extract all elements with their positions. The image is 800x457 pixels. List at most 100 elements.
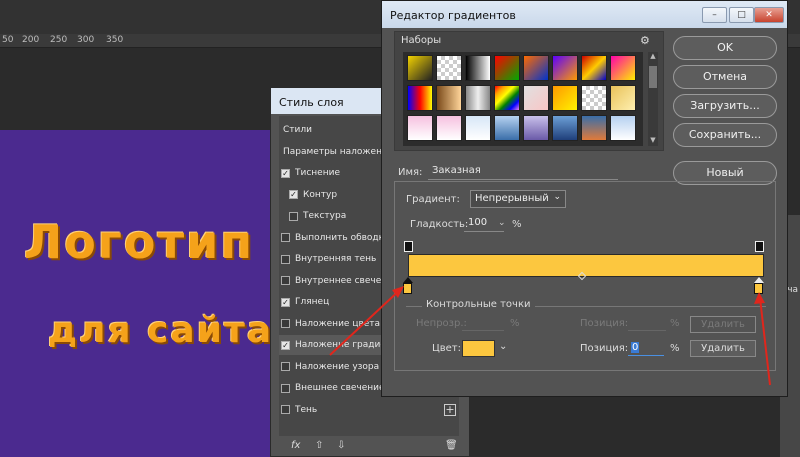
smoothness-percent: % [512,219,522,230]
gradient-preset-swatch[interactable] [552,115,578,141]
color-location-label: Позиция: [580,343,629,354]
gradient-editor-titlebar: Редактор градиентов – □ ✕ [382,1,787,28]
checkbox[interactable] [281,405,290,414]
color-location-value: 0 [631,342,640,353]
checkbox[interactable] [281,254,290,264]
gradient-type-value: Непрерывный [475,193,549,204]
opacity-location-input[interactable] [628,316,666,331]
opacity-delete-button[interactable]: Удалить [690,316,756,333]
gradient-preset-swatch[interactable] [465,115,491,141]
chevron-down-icon[interactable]: ⌄ [498,218,506,228]
checkbox[interactable]: ✓ [289,190,298,199]
gradient-preset-swatch[interactable] [407,85,433,111]
layer-style-item-label: Параметры наложения [283,146,394,157]
gradient-preset-swatch[interactable] [465,55,491,81]
move-down-icon[interactable]: ⇩ [337,440,345,451]
gradient-preset-swatch[interactable] [610,55,636,81]
name-label: Имя: [398,167,423,178]
layer-style-item-label: Тень [295,404,318,415]
trash-icon[interactable]: 🗑 [445,440,458,451]
opacity-label: Непрозр.: [416,318,467,329]
color-stop-right[interactable] [754,283,763,294]
gradient-preset-swatch[interactable] [581,115,607,141]
opacity-stop-left[interactable] [404,241,413,252]
gradient-preset-swatch[interactable] [465,85,491,111]
gradient-editor-dialog: Редактор градиентов – □ ✕ Наборы ⚙ ▲ ▼ O… [381,0,788,397]
move-up-icon[interactable]: ⇧ [315,440,323,451]
layer-style-item-label: Наложение цвета [295,318,381,329]
document-canvas: Логотип для сайта [0,130,300,457]
gradient-preset-swatch[interactable] [407,55,433,81]
gradient-preset-swatch[interactable] [436,115,462,141]
gear-icon[interactable]: ⚙ [640,34,650,47]
fx-icon[interactable]: fx [291,440,300,451]
opacity-input[interactable] [462,316,504,331]
gradient-preset-swatch[interactable] [494,115,520,141]
layer-style-bottom-bar: fx ⇧ ⇩ 🗑 [279,440,459,456]
gradient-preset-swatch[interactable] [436,55,462,81]
name-field[interactable]: Заказная [428,163,618,180]
checkbox[interactable] [281,319,290,328]
chevron-down-icon[interactable]: ⌄ [499,341,507,352]
ruler-tick: 200 [22,35,40,45]
checkbox[interactable]: ✓ [281,297,290,307]
checkbox[interactable] [281,233,290,242]
scroll-thumb[interactable] [649,66,657,88]
ok-button[interactable]: OK [673,36,777,60]
scroll-down-icon[interactable]: ▼ [648,136,658,146]
color-location-input[interactable]: 0 [628,341,664,356]
color-delete-button[interactable]: Удалить [690,340,756,357]
load-button[interactable]: Загрузить... [673,94,777,118]
maximize-button[interactable]: □ [729,7,754,23]
add-effect-icon[interactable]: + [444,404,456,416]
color-stop-left[interactable] [403,283,412,294]
ruler-tick: 250 [50,35,68,45]
gradient-preset-swatch[interactable] [610,85,636,111]
smoothness-label: Гладкость: [410,219,469,230]
logo-line-1: Логотип [24,215,255,269]
gradient-preset-swatch[interactable] [523,85,549,111]
gradient-preset-swatch[interactable] [552,55,578,81]
gradient-preview-bar[interactable] [408,254,764,277]
cancel-button[interactable]: Отмена [673,65,777,89]
presets-label: Наборы [401,35,442,46]
preset-swatch-grid [403,52,643,146]
gradient-preset-swatch[interactable] [494,55,520,81]
gradient-preset-swatch[interactable] [581,55,607,81]
layer-style-item-label: Контур [303,189,338,200]
layer-style-item[interactable]: Тень [279,400,459,420]
presets-scrollbar[interactable]: ▲ ▼ [648,52,658,146]
minimize-button[interactable]: – [702,7,727,23]
gradient-preset-swatch[interactable] [407,115,433,141]
color-stop-swatch[interactable] [462,340,495,357]
checkbox[interactable] [281,362,290,371]
checkbox[interactable] [281,276,290,285]
opacity-location-label: Позиция: [580,318,629,329]
gradient-preset-swatch[interactable] [552,85,578,111]
opacity-location-percent: % [670,318,680,329]
gradient-preset-swatch[interactable] [610,115,636,141]
layer-style-item-label: Текстура [303,211,347,221]
gradient-preset-swatch[interactable] [436,85,462,111]
save-button[interactable]: Сохранить... [673,123,777,147]
checkbox[interactable]: ✓ [281,168,290,178]
gradient-type-select[interactable]: Непрерывный ⌄ [470,190,566,208]
gradient-preset-swatch[interactable] [523,115,549,141]
close-button[interactable]: ✕ [754,7,784,23]
gradient-preset-swatch[interactable] [494,85,520,111]
layer-style-item-label: Наложение узора [295,361,380,372]
checkbox[interactable] [281,383,290,393]
opacity-percent: % [510,318,520,329]
stops-legend: Контрольные точки [422,299,535,310]
logo-line-2: для сайта [48,310,274,351]
gradient-preset-swatch[interactable] [523,55,549,81]
checkbox[interactable] [289,211,298,221]
scroll-up-icon[interactable]: ▲ [648,52,658,62]
opacity-stop-right[interactable] [755,241,764,252]
gradient-preset-swatch[interactable] [581,85,607,111]
ruler-tick: 300 [77,35,95,45]
presets-panel: Наборы ⚙ ▲ ▼ [394,31,664,151]
layer-style-item-label: Тиснение [295,168,340,178]
checkbox[interactable]: ✓ [281,340,290,350]
layer-style-item-label: Внешнее свечение [295,383,385,393]
